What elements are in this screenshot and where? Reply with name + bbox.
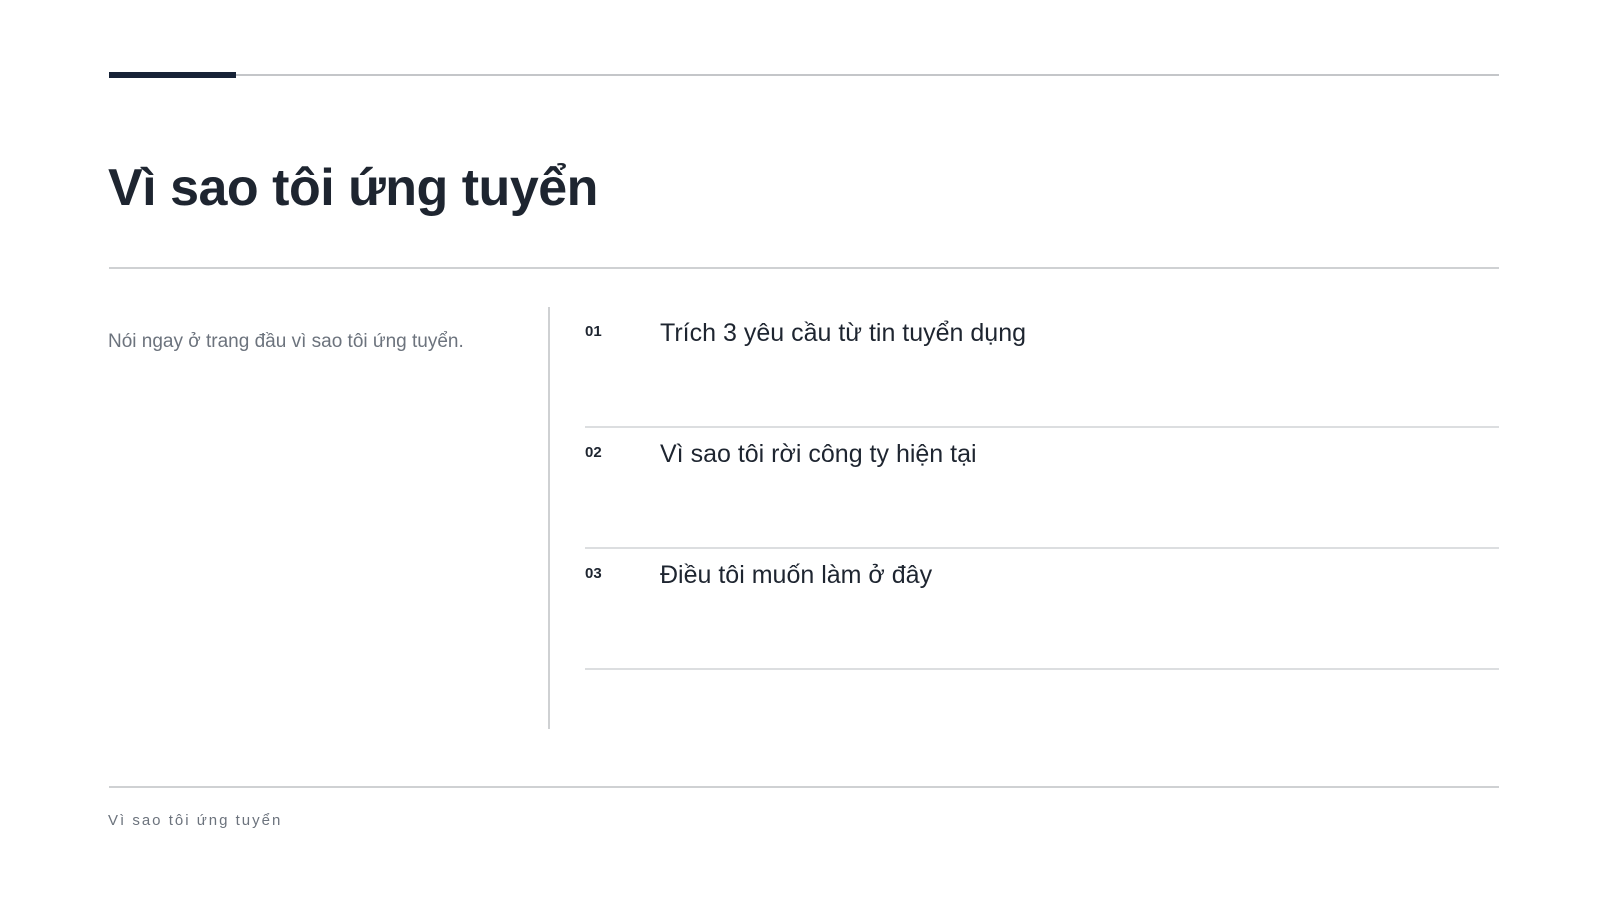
reason-number: 02: [585, 444, 602, 461]
column-divider: [548, 307, 550, 729]
page-title: Vì sao tôi ứng tuyển: [108, 159, 598, 217]
reason-item: 03 Điều tôi muốn làm ở đây: [585, 549, 1499, 670]
reason-item: 02 Vì sao tôi rời công ty hiện tại: [585, 428, 1499, 549]
reason-number: 03: [585, 565, 602, 582]
reason-number: 01: [585, 323, 602, 340]
reason-list: 01 Trích 3 yêu cầu từ tin tuyển dụng 02 …: [585, 307, 1499, 670]
footer-text: Vì sao tôi ứng tuyển: [108, 812, 283, 829]
top-rule: [109, 74, 1499, 76]
top-accent-bar: [109, 72, 236, 78]
reason-text: Điều tôi muốn làm ở đây: [660, 561, 933, 589]
reason-text: Trích 3 yêu cầu từ tin tuyển dụng: [660, 319, 1027, 347]
footer-divider: [109, 786, 1499, 788]
reason-text: Vì sao tôi rời công ty hiện tại: [660, 440, 977, 468]
reason-item: 01 Trích 3 yêu cầu từ tin tuyển dụng: [585, 307, 1499, 428]
intro-text: Nói ngay ở trang đầu vì sao tôi ứng tuyể…: [108, 331, 464, 352]
title-divider: [109, 267, 1499, 269]
